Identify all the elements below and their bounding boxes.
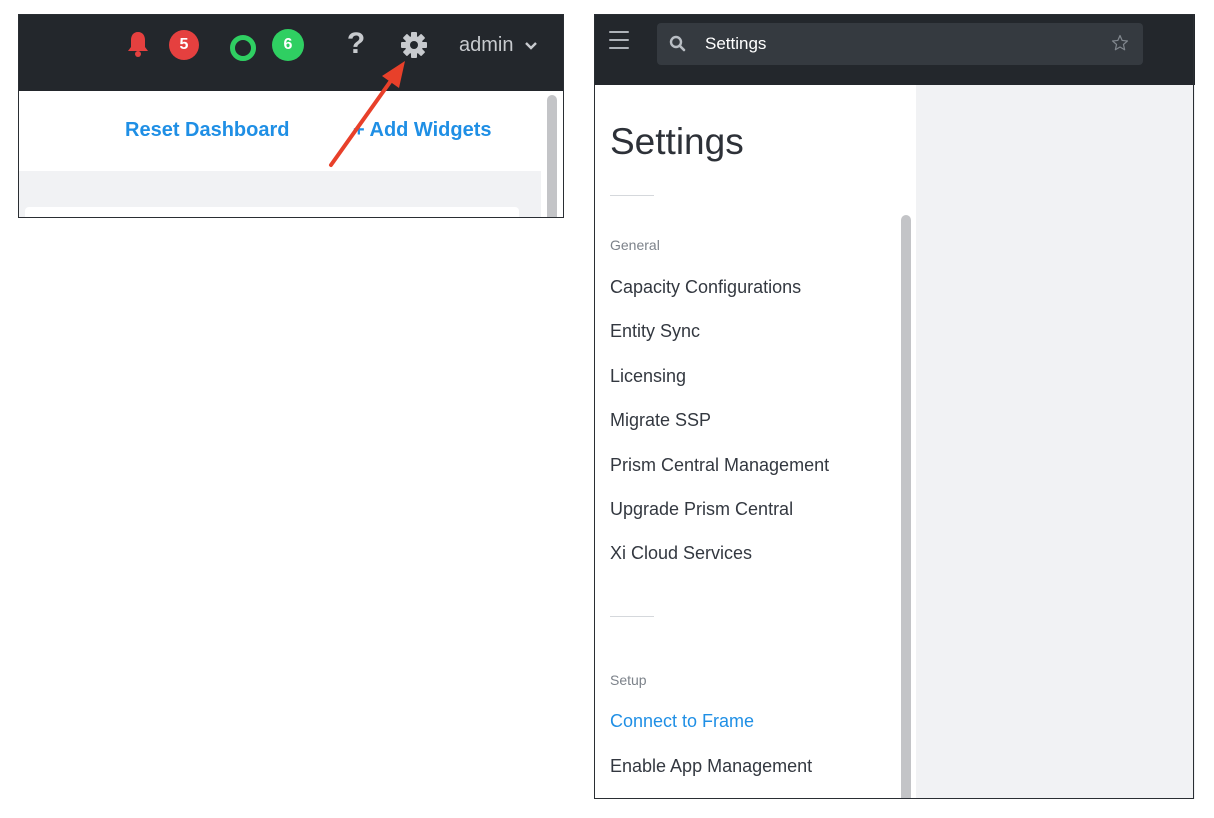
- scrollbar-thumb[interactable]: [901, 215, 911, 799]
- settings-window: Settings General Capacity Configurations…: [594, 14, 1195, 799]
- nav-item-licensing[interactable]: Licensing: [610, 366, 686, 387]
- nav-item-xi-cloud-services[interactable]: Xi Cloud Services: [610, 543, 752, 564]
- top-navigation-bar: [595, 15, 1195, 85]
- hamburger-menu-icon[interactable]: [609, 31, 629, 49]
- nav-item-migrate-ssp[interactable]: Migrate SSP: [610, 410, 711, 431]
- nav-item-prism-central-management[interactable]: Prism Central Management: [610, 455, 829, 476]
- window-border: [594, 798, 1194, 799]
- window-border: [1193, 14, 1194, 798]
- nav-item-capacity-configurations[interactable]: Capacity Configurations: [610, 277, 801, 298]
- search-icon: [669, 35, 687, 53]
- section-label-general: General: [610, 237, 660, 253]
- search-bar[interactable]: [657, 23, 1143, 65]
- section-label-setup: Setup: [610, 672, 647, 688]
- nav-item-connect-to-frame[interactable]: Connect to Frame: [610, 711, 754, 732]
- divider: [610, 195, 654, 196]
- search-input[interactable]: [705, 23, 1085, 65]
- annotation-arrow: [329, 61, 405, 167]
- nav-item-upgrade-prism-central[interactable]: Upgrade Prism Central: [610, 499, 793, 520]
- star-icon[interactable]: [1111, 34, 1131, 54]
- divider: [610, 616, 654, 617]
- settings-sidebar: Settings General Capacity Configurations…: [595, 85, 916, 799]
- nav-item-entity-sync[interactable]: Entity Sync: [610, 321, 700, 342]
- nav-item-enable-app-management[interactable]: Enable App Management: [610, 756, 812, 777]
- page-title: Settings: [610, 121, 744, 162]
- dashboard-snippet: 5 6 ? admin Reset Dashboard + Add Widget…: [18, 14, 564, 218]
